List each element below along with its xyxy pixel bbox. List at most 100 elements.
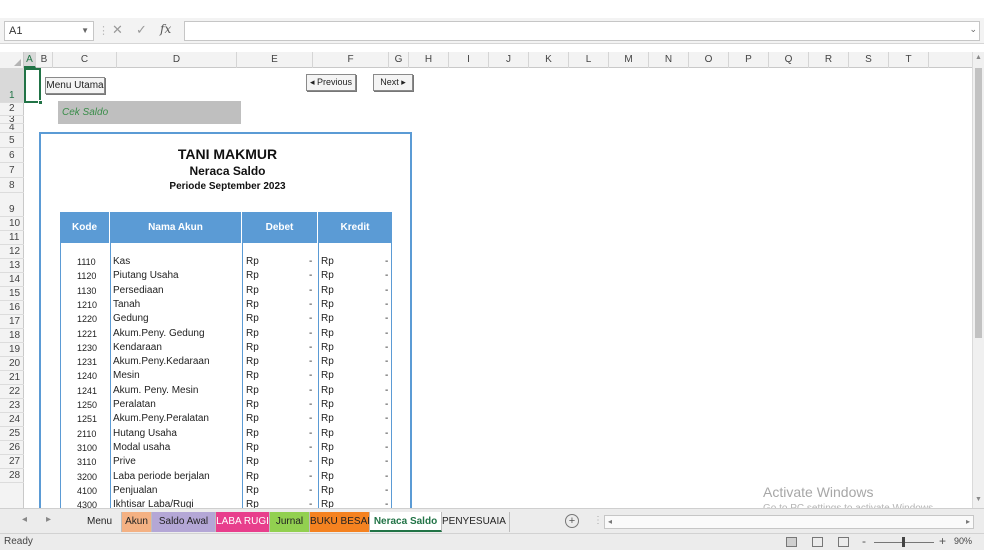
row-header-19[interactable]: 19 — [0, 343, 24, 357]
add-sheet-button[interactable]: + — [565, 514, 579, 528]
formula-input[interactable]: ⌄ — [184, 21, 980, 41]
kredit-value[interactable]: - — [385, 470, 388, 484]
kredit-currency[interactable]: Rp — [321, 498, 334, 508]
row-header-16[interactable]: 16 — [0, 301, 24, 315]
kredit-value[interactable]: - — [385, 498, 388, 508]
kredit-value[interactable]: - — [385, 441, 388, 455]
account-code[interactable]: 1110 — [77, 255, 96, 269]
column-header-h[interactable]: H — [409, 52, 449, 68]
debet-value[interactable]: - — [309, 269, 312, 283]
kredit-currency[interactable]: Rp — [321, 255, 334, 269]
row-header-4[interactable]: 4 — [0, 124, 24, 133]
page-layout-view-icon[interactable] — [812, 537, 823, 547]
kredit-currency[interactable]: Rp — [321, 484, 334, 498]
column-header-l[interactable]: L — [569, 52, 609, 68]
row-header-24[interactable]: 24 — [0, 413, 24, 427]
account-name[interactable]: Ikhtisar Laba/Rugi — [113, 498, 194, 508]
row-header-1[interactable]: 1 — [0, 68, 24, 103]
row-header-12[interactable]: 12 — [0, 245, 24, 259]
account-name[interactable]: Gedung — [113, 312, 149, 326]
kredit-value[interactable]: - — [385, 427, 388, 441]
kredit-currency[interactable]: Rp — [321, 470, 334, 484]
debet-currency[interactable]: Rp — [246, 341, 259, 355]
debet-value[interactable]: - — [309, 284, 312, 298]
sheet-tab-jurnal[interactable]: Jurnal — [270, 512, 310, 532]
account-name[interactable]: Tanah — [113, 298, 140, 312]
debet-value[interactable]: - — [309, 455, 312, 469]
column-header-r[interactable]: R — [809, 52, 849, 68]
account-code[interactable]: 3100 — [77, 441, 97, 455]
account-code[interactable]: 1250 — [77, 398, 97, 412]
column-header-o[interactable]: O — [689, 52, 729, 68]
kredit-currency[interactable]: Rp — [321, 412, 334, 426]
page-break-view-icon[interactable] — [838, 537, 849, 547]
kredit-currency[interactable]: Rp — [321, 369, 334, 383]
account-code[interactable]: 1231 — [77, 355, 97, 369]
sheet-tab-menu[interactable]: Menu — [78, 512, 122, 532]
kredit-value[interactable]: - — [385, 284, 388, 298]
debet-value[interactable]: - — [309, 427, 312, 441]
scroll-left-icon[interactable]: ◂ — [608, 516, 612, 528]
column-header-f[interactable]: F — [313, 52, 389, 68]
account-name[interactable]: Akum.Peny.Peralatan — [113, 412, 209, 426]
kredit-value[interactable]: - — [385, 455, 388, 469]
account-name[interactable]: Modal usaha — [113, 441, 170, 455]
horizontal-scrollbar[interactable]: ◂ ▸ — [604, 515, 974, 529]
debet-value[interactable]: - — [309, 355, 312, 369]
account-code[interactable]: 1210 — [77, 298, 97, 312]
column-header-g[interactable]: G — [389, 52, 409, 68]
column-header-j[interactable]: J — [489, 52, 529, 68]
debet-value[interactable]: - — [309, 255, 312, 269]
kredit-currency[interactable]: Rp — [321, 269, 334, 283]
menu-utama-button[interactable]: Menu Utama — [45, 77, 105, 94]
row-header-28[interactable]: 28 — [0, 469, 24, 483]
debet-value[interactable]: - — [309, 327, 312, 341]
vertical-scrollbar[interactable]: ▲ ▼ — [972, 52, 984, 508]
sheet-tab-neraca-saldo[interactable]: Neraca Saldo — [370, 512, 442, 532]
column-header-i[interactable]: I — [449, 52, 489, 68]
debet-currency[interactable]: Rp — [246, 398, 259, 412]
row-header-21[interactable]: 21 — [0, 371, 24, 385]
debet-value[interactable]: - — [309, 441, 312, 455]
row-header-17[interactable]: 17 — [0, 315, 24, 329]
debet-value[interactable]: - — [309, 369, 312, 383]
next-button[interactable]: Next ▸ — [373, 74, 413, 91]
column-header-p[interactable]: P — [729, 52, 769, 68]
debet-currency[interactable]: Rp — [246, 298, 259, 312]
debet-currency[interactable]: Rp — [246, 412, 259, 426]
row-header-5[interactable]: 5 — [0, 133, 24, 148]
column-header-m[interactable]: M — [609, 52, 649, 68]
debet-currency[interactable]: Rp — [246, 427, 259, 441]
column-header-k[interactable]: K — [529, 52, 569, 68]
column-header-b[interactable]: B — [36, 52, 53, 68]
tab-scroll-right-icon[interactable]: ▸ — [46, 514, 51, 525]
kredit-currency[interactable]: Rp — [321, 284, 334, 298]
column-header-t[interactable]: T — [889, 52, 929, 68]
cek-saldo-cell[interactable]: Cek Saldo — [58, 101, 241, 124]
kredit-value[interactable]: - — [385, 369, 388, 383]
select-all-button[interactable] — [0, 52, 24, 68]
debet-currency[interactable]: Rp — [246, 355, 259, 369]
account-name[interactable]: Akum.Peny.Kedaraan — [113, 355, 210, 369]
account-code[interactable]: 4100 — [77, 484, 97, 498]
account-name[interactable]: Prive — [113, 455, 136, 469]
account-name[interactable]: Piutang Usaha — [113, 269, 179, 283]
kredit-value[interactable]: - — [385, 298, 388, 312]
account-name[interactable]: Akum. Peny. Mesin — [113, 384, 198, 398]
drag-handle-icon[interactable]: ⋮ — [98, 24, 109, 37]
tab-scroll-left-icon[interactable]: ◂ — [22, 514, 27, 525]
account-code[interactable]: 1221 — [77, 327, 97, 341]
sheet-tab-buku-besar[interactable]: BUKU BESAR — [310, 512, 370, 532]
row-header-6[interactable]: 6 — [0, 148, 24, 163]
sheet-tab-laba-rugi[interactable]: LABA RUGI — [216, 512, 270, 532]
column-header-d[interactable]: D — [117, 52, 237, 68]
vertical-scroll-thumb[interactable] — [975, 68, 982, 338]
row-header-18[interactable]: 18 — [0, 329, 24, 343]
kredit-value[interactable]: - — [385, 484, 388, 498]
insert-function-icon[interactable]: fx — [160, 22, 171, 36]
expand-formula-icon[interactable]: ⌄ — [969, 24, 977, 35]
row-header-9[interactable]: 9 — [0, 193, 24, 217]
account-code[interactable]: 1240 — [77, 369, 97, 383]
account-code[interactable]: 3110 — [77, 455, 96, 469]
sheet-tab-saldo-awal[interactable]: Saldo Awal — [152, 512, 216, 532]
